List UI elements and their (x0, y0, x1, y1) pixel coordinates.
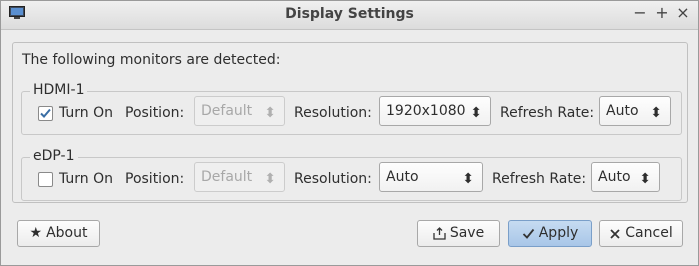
turn-on-label: Turn On (59, 105, 114, 121)
monitor-name: eDP-1 (30, 148, 78, 164)
position-value: Default (201, 103, 253, 119)
monitors-panel: The following monitors are detected: HDM… (12, 42, 688, 203)
refresh-rate-value: Auto (598, 169, 631, 185)
close-icon (610, 228, 620, 239)
position-select[interactable]: Default ⬍ (194, 96, 285, 126)
resolution-select[interactable]: 1920x1080 ⬍ (379, 96, 491, 126)
title-bar[interactable]: Display Settings − + × (1, 1, 698, 30)
minimize-button[interactable]: − (631, 4, 649, 22)
turn-on-label: Turn On (59, 171, 114, 187)
position-value: Default (201, 169, 253, 185)
spin-arrows-icon: ⬍ (650, 105, 662, 121)
spin-arrows-icon: ⬍ (264, 105, 276, 121)
refresh-rate-label: Refresh Rate: (500, 105, 595, 121)
refresh-rate-value: Auto (606, 103, 639, 119)
apply-button[interactable]: Apply (508, 220, 592, 247)
turn-on-checkbox[interactable] (38, 106, 53, 121)
close-button[interactable]: × (674, 4, 692, 22)
spin-arrows-icon: ⬍ (639, 171, 651, 187)
position-label: Position: (125, 105, 185, 121)
position-label: Position: (125, 171, 185, 187)
save-button[interactable]: Save (417, 220, 500, 247)
window-title: Display Settings (285, 6, 414, 22)
spin-arrows-icon: ⬍ (264, 171, 276, 187)
monitor-group-edp-1: eDP-1 Turn On Position: Default ⬍ Resolu… (21, 148, 682, 201)
checkmark-icon (40, 108, 51, 118)
monitor-group-hdmi-1: HDMI-1 Turn On Position: Default ⬍ Resol… (21, 82, 682, 135)
checkmark-icon (522, 228, 534, 239)
resolution-label: Resolution: (294, 171, 372, 187)
resolution-label: Resolution: (294, 105, 372, 121)
save-icon (433, 227, 446, 240)
resolution-value: Auto (386, 169, 419, 185)
maximize-button[interactable]: + (653, 4, 671, 22)
monitor-name: HDMI-1 (30, 82, 88, 98)
spin-arrows-icon: ⬍ (470, 105, 482, 121)
refresh-rate-select[interactable]: Auto ⬍ (599, 96, 671, 126)
star-icon: ★ (29, 225, 43, 241)
cancel-button[interactable]: Cancel (599, 220, 683, 247)
refresh-rate-label: Refresh Rate: (492, 171, 587, 187)
refresh-rate-select[interactable]: Auto ⬍ (591, 162, 660, 192)
resolution-value: 1920x1080 (386, 103, 466, 119)
display-settings-window: Display Settings − + × The following mon… (0, 0, 699, 266)
turn-on-checkbox[interactable] (38, 172, 53, 187)
spin-arrows-icon: ⬍ (462, 171, 474, 187)
about-button[interactable]: ★ About (17, 220, 100, 247)
position-select[interactable]: Default ⬍ (194, 162, 285, 192)
resolution-select[interactable]: Auto ⬍ (379, 162, 483, 192)
detected-label: The following monitors are detected: (22, 52, 281, 68)
